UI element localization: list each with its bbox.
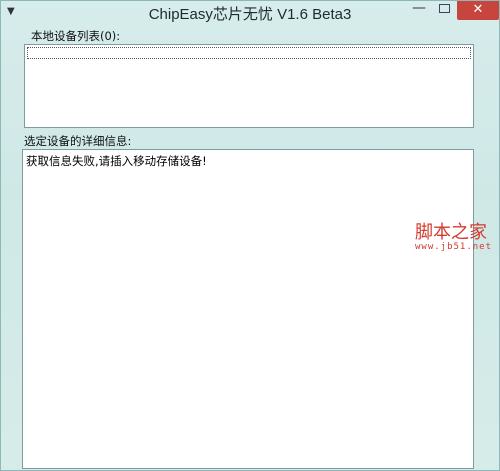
watermark-sub: www.jb51.net: [415, 242, 493, 252]
watermark-main: 脚本之家: [415, 222, 487, 243]
app-window: ▼ ChipEasy芯片无忧 V1.6 Beta3 — ✕ 本地设备列表(0):…: [0, 0, 500, 471]
device-list-label: 本地设备列表(0):: [31, 29, 121, 43]
title-bar[interactable]: ▼ ChipEasy芯片无忧 V1.6 Beta3 — ✕: [1, 1, 499, 23]
maximize-icon: [439, 4, 450, 13]
watermark-logo: 脚本之家 www.jb51.net: [415, 218, 492, 252]
details-label: 选定设备的详细信息:: [24, 134, 132, 148]
list-focus-row[interactable]: [27, 47, 471, 59]
details-text: 获取信息失败,请插入移动存储设备!: [26, 154, 207, 168]
maximize-button[interactable]: [432, 1, 456, 19]
details-textarea[interactable]: 获取信息失败,请插入移动存储设备!: [22, 149, 474, 469]
close-button[interactable]: ✕: [457, 1, 499, 20]
minimize-button[interactable]: —: [406, 1, 432, 19]
device-list[interactable]: [24, 44, 474, 128]
